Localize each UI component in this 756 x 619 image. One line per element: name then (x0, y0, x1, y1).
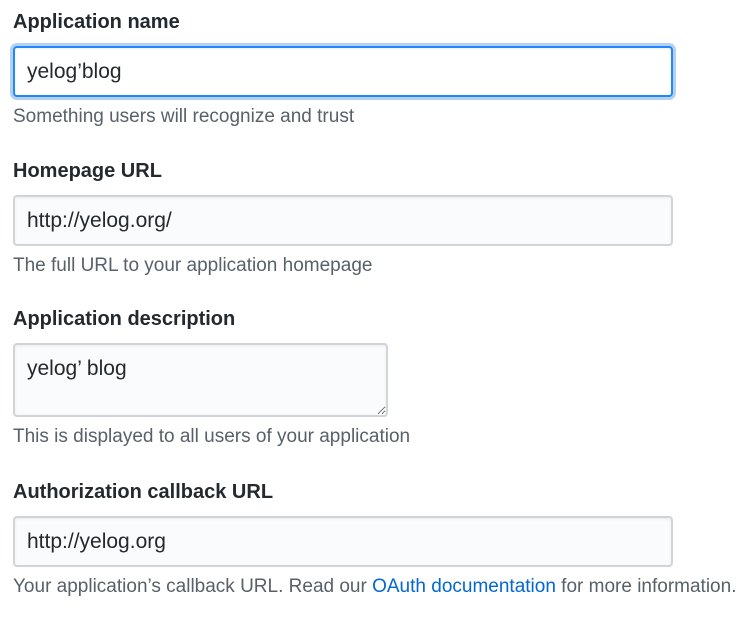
callback-url-note: Your application’s callback URL. Read ou… (13, 575, 753, 599)
homepage-url-input[interactable] (13, 195, 673, 246)
callback-url-group: Authorization callback URL Your applicat… (13, 479, 753, 599)
callback-url-note-prefix: Your application’s callback URL. Read ou… (13, 576, 373, 597)
description-label: Application description (13, 308, 236, 330)
callback-url-input[interactable] (13, 516, 673, 567)
app-name-note: Something users will recognize and trust (13, 106, 355, 127)
description-textarea[interactable]: yelog’ blog (13, 343, 388, 417)
callback-url-note-suffix: for more information. (555, 576, 737, 597)
callback-url-label: Authorization callback URL (13, 481, 274, 503)
oauth-documentation-link[interactable]: OAuth documentation (372, 576, 556, 597)
app-name-label: Application name (13, 11, 180, 33)
homepage-url-label: Homepage URL (13, 160, 162, 182)
homepage-url-note: The full URL to your application homepag… (13, 255, 373, 276)
app-name-input[interactable] (13, 46, 673, 97)
description-group: Application description yelog’ blog This… (13, 306, 753, 449)
app-name-group: Application name Something users will re… (13, 9, 753, 129)
homepage-url-group: Homepage URL The full URL to your applic… (13, 158, 753, 278)
description-note: This is displayed to all users of your a… (13, 426, 411, 447)
